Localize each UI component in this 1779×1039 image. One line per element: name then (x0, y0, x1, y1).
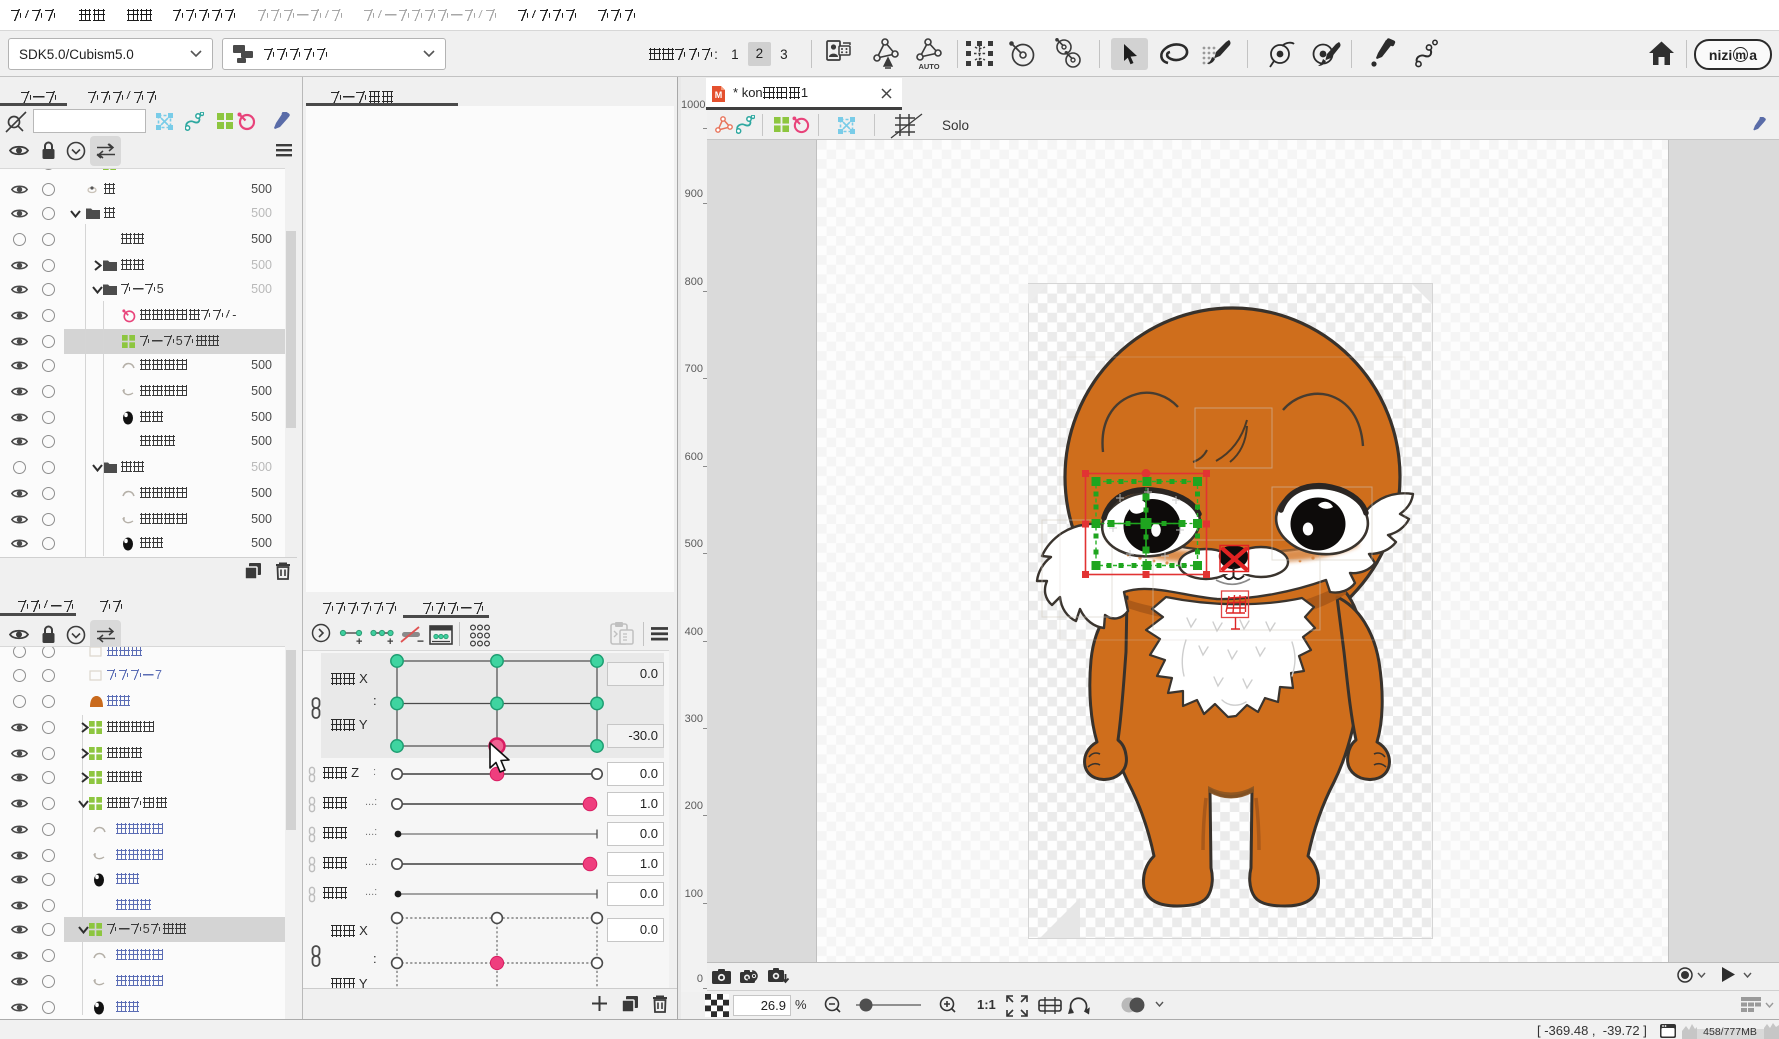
svg-text:M: M (715, 90, 723, 100)
svg-text:+: + (387, 636, 393, 646)
svg-text:−: − (417, 634, 424, 648)
svg-text:+: + (356, 636, 362, 646)
svg-text:458/777MB: 458/777MB (1703, 1026, 1757, 1038)
svg-text:AUTO: AUTO (918, 62, 939, 71)
